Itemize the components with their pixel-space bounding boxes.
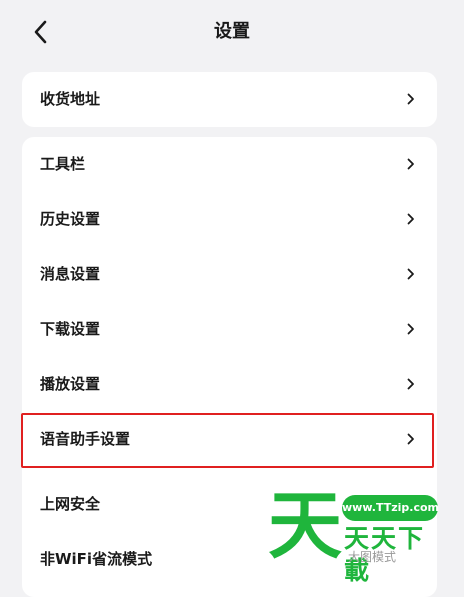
top-bar: 设置 — [0, 0, 464, 62]
chevron-right-icon — [407, 378, 414, 390]
settings-item-label: 播放设置 — [40, 375, 101, 393]
large-image-mode-label: 大图模式 — [348, 550, 397, 564]
watermark-logo: 天 www.TTzip.com 天天下載 大图模式 — [266, 483, 446, 585]
settings-item-label: 语音助手设置 — [40, 430, 131, 448]
address-card: 收货地址 — [22, 72, 437, 127]
chevron-right-icon — [407, 93, 414, 105]
settings-item-toolbar[interactable]: 工具栏 — [22, 137, 437, 192]
watermark-char: 天 — [268, 483, 342, 569]
watermark-url: www.TTzip.com — [342, 495, 439, 521]
settings-item-download[interactable]: 下载设置 — [22, 302, 437, 357]
settings-item-messages[interactable]: 消息设置 — [22, 247, 437, 302]
page-title: 设置 — [214, 21, 250, 42]
settings-item-label: 工具栏 — [40, 155, 86, 173]
chevron-right-icon — [407, 213, 414, 225]
settings-item-playback[interactable]: 播放设置 — [22, 357, 437, 412]
settings-item-label: 非WiFi省流模式 — [40, 550, 153, 568]
settings-item-label: 历史设置 — [40, 210, 101, 228]
settings-item-shipping-address[interactable]: 收货地址 — [22, 72, 437, 127]
settings-item-label: 消息设置 — [40, 265, 101, 283]
settings-item-label: 下载设置 — [40, 320, 101, 338]
chevron-right-icon — [407, 158, 414, 170]
settings-item-label: 收货地址 — [40, 90, 101, 108]
chevron-right-icon — [407, 268, 414, 280]
chevron-right-icon — [407, 433, 414, 445]
settings-item-voice-assistant[interactable]: 语音助手设置 — [22, 412, 437, 467]
settings-item-label: 上网安全 — [40, 495, 101, 513]
chevron-right-icon — [407, 323, 414, 335]
settings-item-history[interactable]: 历史设置 — [22, 192, 437, 247]
